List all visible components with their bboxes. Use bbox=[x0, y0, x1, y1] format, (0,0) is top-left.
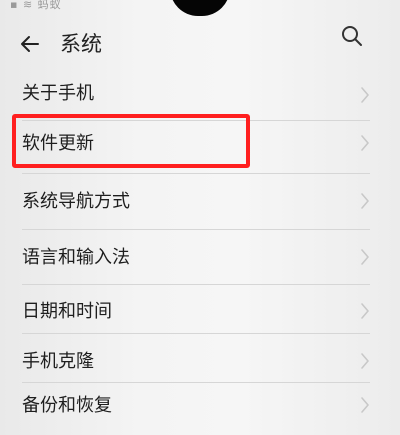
list-divider bbox=[22, 333, 370, 334]
chevron-right-icon bbox=[360, 134, 370, 152]
camera-notch bbox=[170, 0, 230, 16]
settings-item-label: 系统导航方式 bbox=[22, 191, 130, 212]
chevron-right-icon bbox=[360, 86, 370, 104]
chevron-right-icon bbox=[360, 192, 370, 210]
chevron-right-icon bbox=[360, 302, 370, 320]
search-icon[interactable] bbox=[340, 24, 364, 48]
settings-item-label: 备份和恢复 bbox=[22, 395, 112, 416]
page-title: 系统 bbox=[60, 32, 102, 56]
list-divider bbox=[22, 382, 370, 383]
chevron-right-icon bbox=[360, 396, 370, 414]
header: 系统 bbox=[0, 22, 400, 66]
settings-screen: ▪ ≋ 蚂蚁 系统 关于手机 软件更新 系统导航方式 语言和输入法 日期和时间 … bbox=[0, 0, 400, 435]
chevron-right-icon bbox=[360, 248, 370, 266]
list-divider bbox=[22, 284, 370, 285]
highlight-annotation-box bbox=[12, 114, 250, 168]
settings-item-language-input[interactable]: 语言和输入法 bbox=[0, 230, 400, 286]
settings-item-label: 关于手机 bbox=[22, 83, 94, 104]
settings-item-system-navigation[interactable]: 系统导航方式 bbox=[0, 174, 400, 230]
chevron-right-icon bbox=[360, 352, 370, 370]
status-icons: ▪ ≋ 蚂蚁 bbox=[10, 0, 62, 11]
back-arrow-icon[interactable] bbox=[18, 32, 42, 56]
settings-item-backup-restore[interactable]: 备份和恢复 bbox=[0, 384, 400, 435]
status-bar: ▪ ≋ 蚂蚁 bbox=[0, 0, 400, 16]
settings-item-label: 日期和时间 bbox=[22, 301, 112, 322]
settings-item-label: 语言和输入法 bbox=[22, 247, 130, 268]
settings-item-label: 手机克隆 bbox=[22, 351, 94, 372]
